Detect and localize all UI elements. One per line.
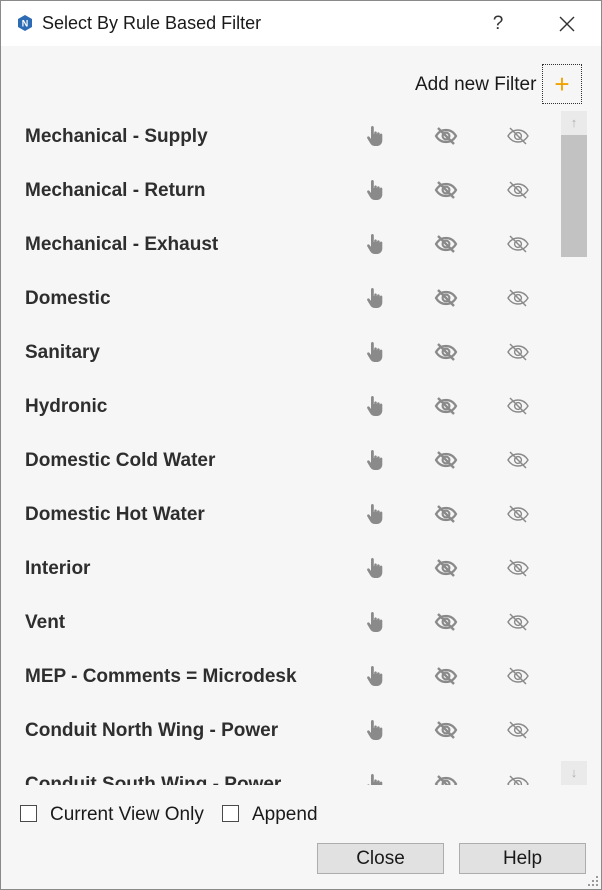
current-view-only-label[interactable]: Current View Only: [50, 804, 204, 826]
eye-unhide-icon[interactable]: [506, 124, 530, 148]
current-view-only-checkbox[interactable]: [20, 805, 37, 822]
eye-hide-icon[interactable]: [434, 286, 458, 310]
hand-pointer-icon[interactable]: [362, 286, 386, 310]
add-filter-label: Add new Filter: [415, 74, 537, 95]
filter-label[interactable]: Domestic: [25, 288, 111, 310]
eye-hide-icon[interactable]: [434, 394, 458, 418]
append-label[interactable]: Append: [252, 804, 318, 826]
filter-label[interactable]: Hydronic: [25, 396, 107, 418]
filter-label[interactable]: Mechanical - Exhaust: [25, 234, 218, 256]
eye-hide-icon[interactable]: [434, 232, 458, 256]
eye-hide-icon[interactable]: [434, 502, 458, 526]
hand-pointer-icon[interactable]: [362, 124, 386, 148]
eye-unhide-icon[interactable]: [506, 772, 530, 785]
dialog-window: N Select By Rule Based Filter ? Add new …: [0, 0, 602, 890]
hand-pointer-icon[interactable]: [362, 502, 386, 526]
hand-pointer-icon[interactable]: [362, 394, 386, 418]
eye-unhide-icon[interactable]: [506, 178, 530, 202]
filter-label[interactable]: Interior: [25, 558, 90, 580]
eye-unhide-icon[interactable]: [506, 232, 530, 256]
filter-label[interactable]: MEP - Comments = Microdesk: [25, 666, 297, 688]
close-icon[interactable]: [548, 9, 586, 39]
hand-pointer-icon[interactable]: [362, 610, 386, 634]
hand-pointer-icon[interactable]: [362, 718, 386, 742]
add-filter-button[interactable]: +: [542, 64, 582, 104]
hand-pointer-icon[interactable]: [362, 340, 386, 364]
help-title-button[interactable]: ?: [478, 1, 518, 46]
eye-hide-icon[interactable]: [434, 448, 458, 472]
window-title: Select By Rule Based Filter: [42, 13, 262, 33]
filter-label[interactable]: Conduit South Wing - Power: [25, 774, 281, 785]
eye-hide-icon[interactable]: [434, 556, 458, 580]
vertical-scrollbar[interactable]: ↑ ↓: [561, 111, 587, 785]
eye-unhide-icon[interactable]: [506, 286, 530, 310]
eye-unhide-icon[interactable]: [506, 340, 530, 364]
scroll-thumb[interactable]: [561, 135, 587, 257]
filter-row[interactable]: Mechanical - Supply: [1, 109, 559, 163]
filter-label[interactable]: Mechanical - Supply: [25, 126, 208, 148]
filter-label[interactable]: Mechanical - Return: [25, 180, 206, 202]
filter-row[interactable]: Conduit South Wing - Power: [1, 757, 559, 785]
filter-row[interactable]: Domestic Hot Water: [1, 487, 559, 541]
eye-hide-icon[interactable]: [434, 124, 458, 148]
eye-hide-icon[interactable]: [434, 340, 458, 364]
scroll-down-arrow-icon[interactable]: ↓: [561, 761, 587, 785]
eye-unhide-icon[interactable]: [506, 394, 530, 418]
eye-hide-icon[interactable]: [434, 610, 458, 634]
filter-row[interactable]: Sanitary: [1, 325, 559, 379]
filter-label[interactable]: Vent: [25, 612, 65, 634]
eye-unhide-icon[interactable]: [506, 556, 530, 580]
filter-label[interactable]: Sanitary: [25, 342, 100, 364]
filter-label[interactable]: Conduit North Wing - Power: [25, 720, 278, 742]
close-button[interactable]: Close: [317, 843, 444, 874]
filter-row[interactable]: Mechanical - Return: [1, 163, 559, 217]
eye-hide-icon[interactable]: [434, 178, 458, 202]
filter-label[interactable]: Domestic Hot Water: [25, 504, 205, 526]
hand-pointer-icon[interactable]: [362, 178, 386, 202]
eye-hide-icon[interactable]: [434, 718, 458, 742]
filter-row[interactable]: Interior: [1, 541, 559, 595]
eye-unhide-icon[interactable]: [506, 664, 530, 688]
app-logo-icon: N: [18, 15, 32, 31]
hand-pointer-icon[interactable]: [362, 664, 386, 688]
eye-unhide-icon[interactable]: [506, 502, 530, 526]
filter-list: Mechanical - Supply Mechanical - Return Me…: [1, 109, 559, 785]
title-bar: N Select By Rule Based Filter ?: [1, 1, 601, 46]
eye-hide-icon[interactable]: [434, 664, 458, 688]
eye-unhide-icon[interactable]: [506, 448, 530, 472]
filter-row[interactable]: Domestic: [1, 271, 559, 325]
filter-row[interactable]: Hydronic: [1, 379, 559, 433]
hand-pointer-icon[interactable]: [362, 556, 386, 580]
filter-row[interactable]: Conduit North Wing - Power: [1, 703, 559, 757]
hand-pointer-icon[interactable]: [362, 448, 386, 472]
eye-unhide-icon[interactable]: [506, 610, 530, 634]
append-checkbox[interactable]: [222, 805, 239, 822]
hand-pointer-icon[interactable]: [362, 232, 386, 256]
svg-text:N: N: [22, 19, 29, 29]
filter-row[interactable]: MEP - Comments = Microdesk: [1, 649, 559, 703]
filter-row[interactable]: Vent: [1, 595, 559, 649]
hand-pointer-icon[interactable]: [362, 772, 386, 785]
filter-row[interactable]: Domestic Cold Water: [1, 433, 559, 487]
eye-unhide-icon[interactable]: [506, 718, 530, 742]
filter-row[interactable]: Mechanical - Exhaust: [1, 217, 559, 271]
scroll-up-arrow-icon[interactable]: ↑: [561, 111, 587, 135]
resize-grip-icon[interactable]: [585, 873, 599, 887]
help-button[interactable]: Help: [459, 843, 586, 874]
filter-label[interactable]: Domestic Cold Water: [25, 450, 215, 472]
eye-hide-icon[interactable]: [434, 772, 458, 785]
